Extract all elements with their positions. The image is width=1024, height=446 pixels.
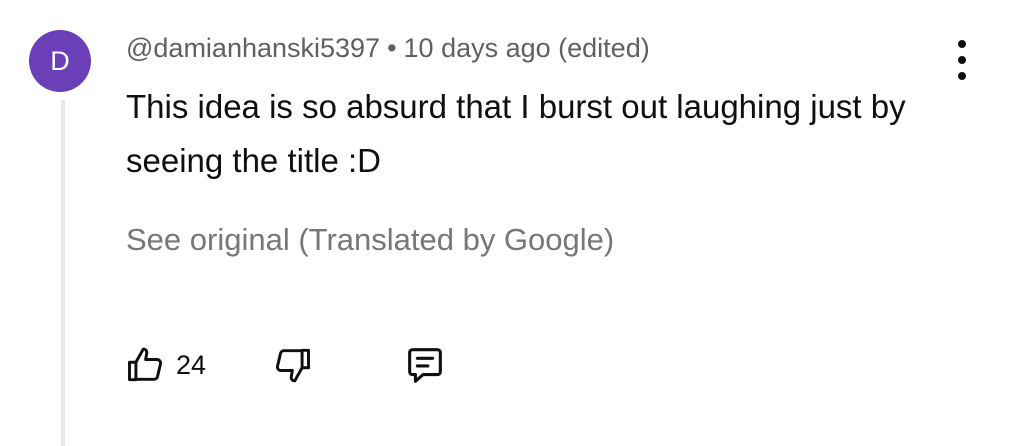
comment-text: This idea is so absurd that I burst out …	[126, 88, 906, 179]
see-original-link[interactable]: See original (Translated by Google)	[126, 220, 614, 260]
thread-line	[61, 100, 65, 446]
like-button[interactable]: 24	[124, 343, 206, 387]
avatar[interactable]: D	[29, 30, 91, 92]
author-handle[interactable]: @damianhanski5397	[126, 33, 380, 63]
comment-meta: @damianhanski5397 • 10 days ago (edited)	[126, 30, 650, 66]
thumbs-up-icon	[124, 343, 168, 387]
like-count: 24	[176, 349, 207, 380]
comment-timestamp[interactable]: 10 days ago (edited)	[404, 33, 650, 63]
meta-separator: •	[387, 33, 397, 63]
reply-comment-icon	[402, 342, 448, 388]
comment-card: D @damianhanski5397 • 10 days ago (edited)…	[0, 0, 1024, 446]
avatar-letter: D	[50, 45, 70, 76]
reply-button[interactable]	[402, 343, 448, 387]
thumbs-down-icon	[270, 343, 314, 387]
more-vertical-icon	[958, 40, 966, 48]
more-options-button[interactable]	[944, 38, 980, 82]
dislike-button[interactable]	[270, 343, 314, 387]
